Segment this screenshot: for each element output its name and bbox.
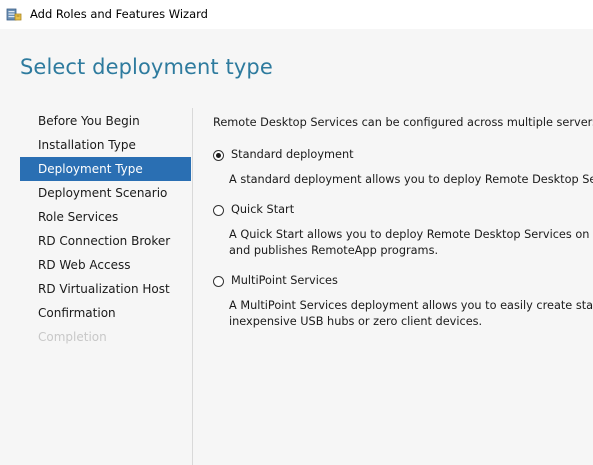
- option-quick-start: Quick Start A Quick Start allows you to …: [213, 202, 593, 259]
- nav-step-label: Before You Begin: [38, 114, 140, 128]
- description-line: inexpensive USB hubs or zero client devi…: [229, 315, 483, 328]
- nav-step-label: Installation Type: [38, 138, 136, 152]
- description-line: A Quick Start allows you to deploy Remot…: [229, 228, 593, 241]
- main-panel: Remote Desktop Services can be configure…: [213, 115, 593, 445]
- nav-step-rd-virtualization-host[interactable]: RD Virtualization Host: [20, 277, 191, 301]
- title-bar: Add Roles and Features Wizard: [0, 0, 593, 29]
- radio-multipoint-services[interactable]: MultiPoint Services: [213, 273, 593, 289]
- nav-step-before-you-begin[interactable]: Before You Begin: [20, 109, 191, 133]
- nav-step-label: Deployment Type: [38, 162, 143, 176]
- radio-standard-deployment[interactable]: Standard deployment: [213, 147, 593, 163]
- nav-step-role-services[interactable]: Role Services: [20, 205, 191, 229]
- radio-button[interactable]: [213, 204, 224, 216]
- option-description: A standard deployment allows you to depl…: [229, 172, 593, 188]
- wizard-content: Select deployment type Before You Begin …: [0, 29, 593, 465]
- nav-step-installation-type[interactable]: Installation Type: [20, 133, 191, 157]
- nav-step-label: Confirmation: [38, 306, 116, 320]
- intro-text: Remote Desktop Services can be configure…: [213, 116, 593, 129]
- nav-step-label: RD Web Access: [38, 258, 131, 272]
- radio-button-checked[interactable]: [213, 149, 224, 161]
- description-line: A standard deployment allows you to depl…: [229, 173, 593, 186]
- nav-step-confirmation[interactable]: Confirmation: [20, 301, 191, 325]
- window-title: Add Roles and Features Wizard: [30, 7, 208, 21]
- nav-step-label: Deployment Scenario: [38, 186, 168, 200]
- nav-step-label: Completion: [38, 330, 107, 344]
- nav-step-deployment-type[interactable]: Deployment Type: [20, 157, 191, 181]
- radio-quick-start[interactable]: Quick Start: [213, 202, 593, 218]
- page-title: Select deployment type: [20, 55, 273, 79]
- radio-label[interactable]: Standard deployment: [231, 147, 354, 163]
- nav-step-label: Role Services: [38, 210, 119, 224]
- nav-step-rd-connection-broker[interactable]: RD Connection Broker: [20, 229, 191, 253]
- nav-step-label: RD Virtualization Host: [38, 282, 170, 296]
- radio-button[interactable]: [213, 275, 224, 287]
- wizard-window: Add Roles and Features Wizard Select dep…: [0, 0, 593, 465]
- option-description: A MultiPoint Services deployment allows …: [229, 298, 593, 330]
- radio-label[interactable]: MultiPoint Services: [231, 273, 338, 289]
- nav-step-completion: Completion: [20, 325, 191, 349]
- nav-step-label: RD Connection Broker: [38, 234, 171, 248]
- option-multipoint-services: MultiPoint Services A MultiPoint Service…: [213, 273, 593, 330]
- nav-step-deployment-scenario[interactable]: Deployment Scenario: [20, 181, 191, 205]
- nav-divider: [192, 108, 193, 465]
- wizard-steps-nav: Before You Begin Installation Type Deplo…: [20, 109, 191, 349]
- radio-label[interactable]: Quick Start: [231, 202, 294, 218]
- option-standard-deployment: Standard deployment A standard deploymen…: [213, 147, 593, 188]
- server-manager-icon: [6, 8, 22, 21]
- description-line: and publishes RemoteApp programs.: [229, 244, 439, 257]
- description-line: A MultiPoint Services deployment allows …: [229, 299, 593, 312]
- nav-step-rd-web-access[interactable]: RD Web Access: [20, 253, 191, 277]
- option-description: A Quick Start allows you to deploy Remot…: [229, 227, 593, 259]
